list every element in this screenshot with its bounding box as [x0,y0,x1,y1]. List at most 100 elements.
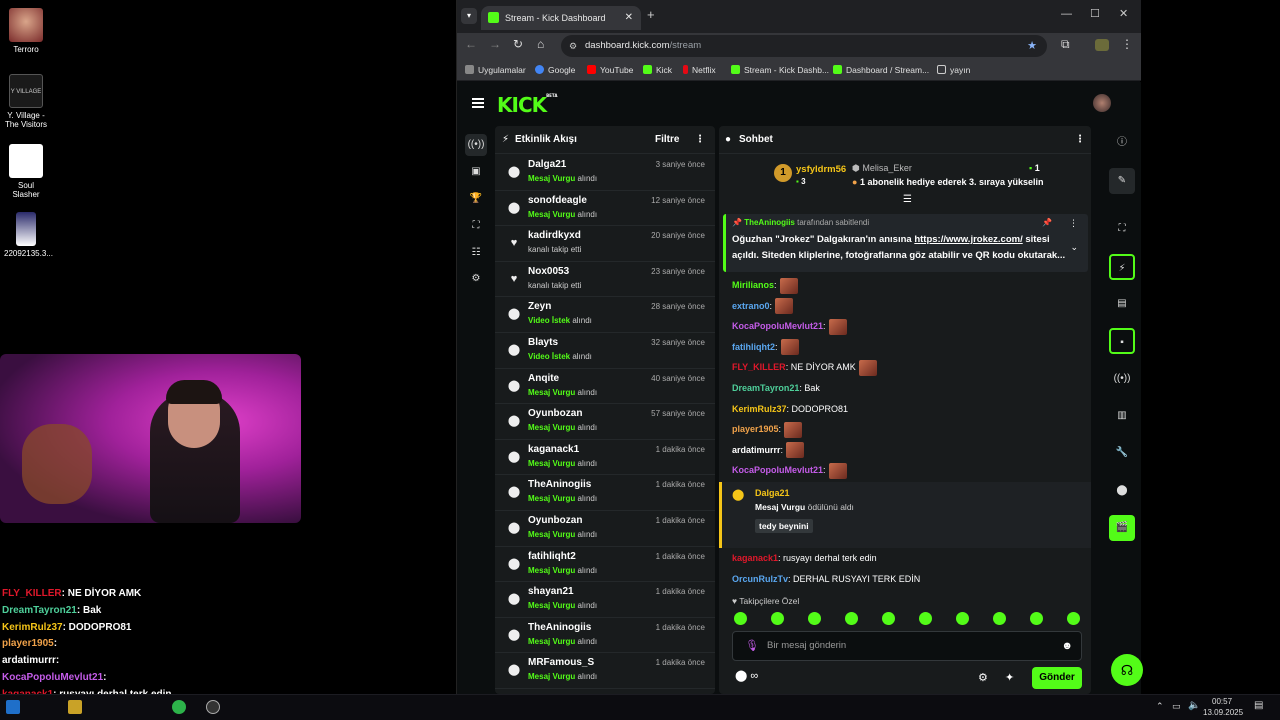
broadcast-icon[interactable]: ((•)) [465,134,487,156]
send-button[interactable]: Gönder [1032,667,1082,689]
emote-button[interactable] [919,612,932,625]
desktop-icon-file[interactable]: 22092135.3... [4,212,53,258]
chat-username[interactable]: kaganack1 [732,553,778,563]
activity-row[interactable]: ♥ Nox0053 23 saniye önce kanalı takip et… [495,262,715,298]
chat-username[interactable]: ardatimurrr [732,445,781,455]
top-gifter-name[interactable]: ysfyldrm56 [796,164,846,175]
bookmark-youtube[interactable]: YouTube [587,59,633,81]
chat-icon[interactable]: ▪ [1109,328,1135,354]
activity-row[interactable]: ⬤ shayan21 1 dakika önce Mesaj Vurgu alı… [495,582,715,618]
chat-username[interactable]: FLY_KILLER [732,362,786,372]
explorer-icon[interactable] [68,700,82,714]
bookmark-dashboard[interactable]: Dashboard / Stream... [833,59,929,81]
new-tab-icon[interactable]: + [647,7,655,22]
chat-username[interactable]: KerimRulz37 [732,404,787,414]
users-icon[interactable]: ☷ [465,242,487,264]
start-icon[interactable] [6,700,20,714]
activity-row[interactable]: ⬤ Anqite 40 saniye önce Mesaj Vurgu alın… [495,369,715,405]
info-icon[interactable]: ⓘ [1109,130,1135,156]
activity-row[interactable]: ⬤ Blayts 32 saniye önce Video İstek alın… [495,333,715,369]
unpin-icon[interactable]: 📌 [1042,218,1052,227]
settings-icon[interactable]: ⚙ [465,268,487,290]
clapper-icon[interactable]: 🎬 [1109,515,1135,541]
bookmark-apps[interactable]: Uygulamalar [465,59,526,81]
chrome-icon[interactable] [172,700,186,714]
rewards-icon[interactable]: ✦ [1005,671,1014,684]
network-icon[interactable]: ▭ [1172,701,1181,712]
bookmark-folder-yayin[interactable]: yayın [937,59,970,81]
maximize-icon[interactable]: ☐ [1090,7,1100,20]
rewards-icon[interactable]: ⬤ [1109,478,1135,504]
tab-kick-dashboard[interactable]: Stream - Kick Dashboard ✕ [481,6,641,30]
chat-username[interactable]: OrcunRulzTv [732,574,788,584]
emote-button[interactable] [993,612,1006,625]
pinned-link[interactable]: https://www.jrokez.com/ [914,234,1022,245]
chat-username[interactable]: KocaPopoluMevlut21 [732,465,823,475]
tab-search-icon[interactable]: ▾ [461,8,477,24]
emote-button[interactable] [1067,612,1080,625]
close-tab-icon[interactable]: ✕ [625,6,633,30]
chat-username[interactable]: KocaPopoluMevlut21 [732,321,823,331]
chat-message[interactable]: KerimRulz37: DODOPRO81 [732,400,848,418]
bookmark-google[interactable]: Google [535,59,575,81]
emoji-icon[interactable]: ☻ [1061,632,1073,660]
support-headset-icon[interactable]: ☊ [1111,654,1143,686]
clock-time[interactable]: 00:57 [1212,697,1232,706]
emote-button[interactable] [734,612,747,625]
activity-row[interactable]: ♥ kadirdkyxd 20 saniye önce kanalı takip… [495,226,715,262]
chat-username[interactable]: Mirilianos [732,280,774,290]
bookmark-kick[interactable]: Kick [643,59,672,81]
forward-icon[interactable]: → [489,37,501,51]
chat-message[interactable]: fatihliqht2: [732,338,799,356]
activity-row[interactable]: ⬤ kaganack1 1 dakika önce Mesaj Vurgu al… [495,440,715,476]
emote-button[interactable] [1030,612,1043,625]
desktop-icon-soul-slasher[interactable]: Soul Slasher [4,144,48,199]
browser-menu-icon[interactable]: ⋮ [1121,37,1133,51]
pinned-menu-icon[interactable]: ⋮ [1069,218,1078,229]
url-input[interactable]: ⚙ dashboard.kick.com/stream ★ [561,35,1047,57]
media-icon[interactable]: ▣ [465,161,487,183]
chat-message[interactable]: ardatimurrr: [732,441,805,459]
chat-menu-icon[interactable]: ⋮ [1075,126,1085,154]
filter-button[interactable]: Filtre [655,126,679,154]
activity-row[interactable]: ⬤ fatihliqht2 1 dakika önce Mesaj Vurgu … [495,547,715,583]
site-info-icon[interactable]: ⚙ [569,35,577,57]
chat-message[interactable]: extrano0: [732,297,794,315]
activity-row[interactable]: ⬤ sonofdeagle 12 saniye önce Mesaj Vurgu… [495,191,715,227]
extensions-icon[interactable]: ⧉ [1061,37,1070,52]
user-avatar[interactable] [1093,94,1111,112]
emote-button[interactable] [882,612,895,625]
trophy-icon[interactable]: 🏆 [465,188,487,210]
activity-row[interactable]: ⬤ Dalga21 3 saniye önce Mesaj Vurgu alın… [495,155,715,191]
chat-message-input[interactable]: 🎙 Bir mesaj gönderin ☻ [732,631,1082,661]
chat-settings-icon[interactable]: ⚙ [978,671,988,684]
obs-icon[interactable] [206,700,220,714]
emote-button[interactable] [808,612,821,625]
emote-button[interactable] [956,612,969,625]
reward-user[interactable]: Dalga21 [755,488,790,498]
home-icon[interactable]: ⌂ [537,37,544,51]
activity-menu-icon[interactable]: ⋮ [695,126,705,154]
broadcast-icon[interactable]: ((•)) [1109,366,1135,392]
chat-message[interactable]: player1905: [732,420,803,438]
chat-message[interactable]: OrcunRulzTv: DERHAL RUSYAYI TERK EDİN [732,570,920,588]
expand-leaderboard-icon[interactable]: ☰ [903,194,912,205]
chat-message[interactable]: Mirilianos: [732,276,798,294]
microphone-icon[interactable]: 🎙 [745,632,759,660]
chat-message[interactable]: DreamTayron21: Bak [732,379,820,397]
activity-row[interactable]: ⬤ Zeyn 28 saniye önce Video İstek alındı [495,297,715,333]
volume-icon[interactable]: 🔈 [1188,700,1200,711]
desktop-icon-village[interactable]: Y VILLAGE Y. Village - The Visitors [4,74,48,129]
kick-logo[interactable]: KICKBETA [497,93,557,117]
activity-row[interactable]: ⬤ Oyunbozan 1 dakika önce Mesaj Vurgu al… [495,511,715,547]
bookmark-netflix[interactable]: Netflix [683,59,716,81]
chat-message[interactable]: kaganack1: rusyayı derhal terk edin [732,549,877,567]
profile-avatar[interactable] [1095,39,1109,51]
pinned-message[interactable]: 📌 TheAninogiis tarafından sabitlendi 📌 ⋮… [723,214,1088,272]
activity-row[interactable]: ⬤ TheAninogiis 1 dakika önce Mesaj Vurgu… [495,475,715,511]
activity-row[interactable]: ⬤ TheAninogiis 1 dakika önce Mesaj Vurgu… [495,618,715,654]
edit-icon[interactable]: ✎ [1109,168,1135,194]
wrench-icon[interactable]: 🔧 [1109,440,1135,466]
notification-icon[interactable]: ▤ [1254,700,1263,711]
activity-row[interactable]: ⬤ MRFamous_S 1 dakika önce Mesaj Vurgu a… [495,653,715,689]
